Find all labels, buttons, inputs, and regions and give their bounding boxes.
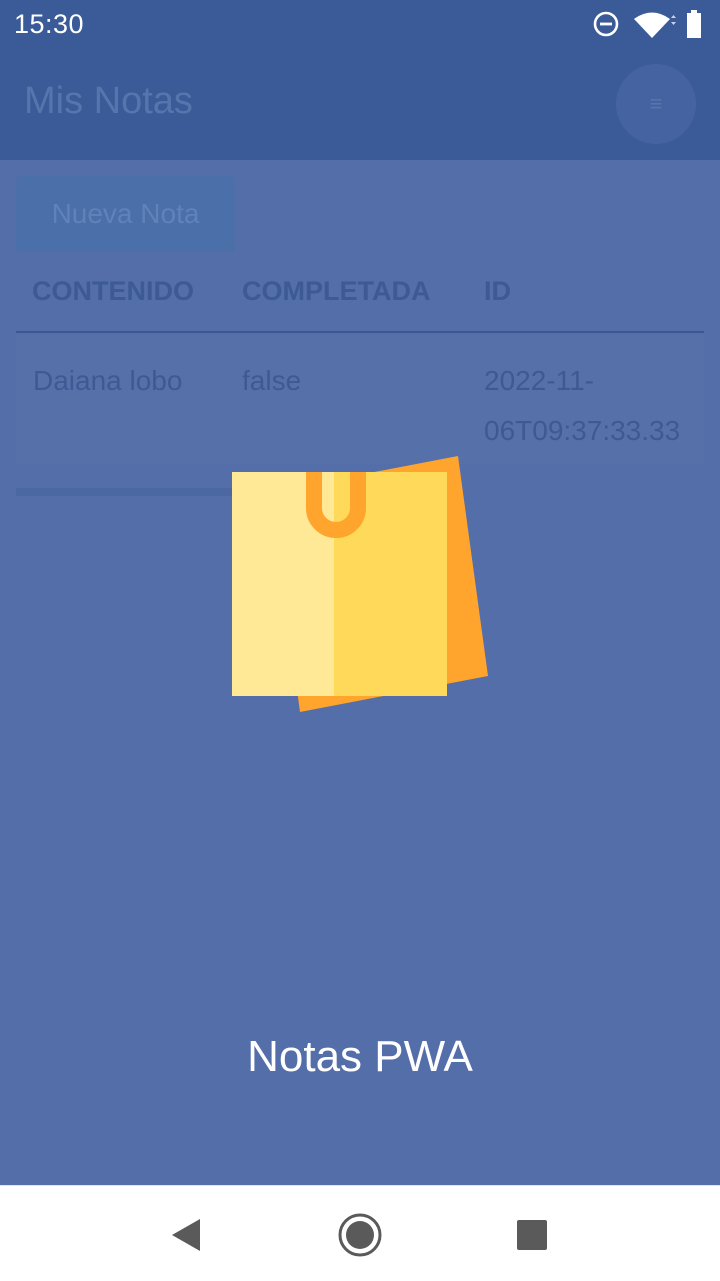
status-time: 15:30: [14, 9, 85, 39]
app-title: Mis Notas: [24, 80, 193, 122]
do-not-disturb-icon: [593, 11, 619, 37]
wifi-icon: [634, 12, 676, 38]
cell-id-line1: 2022-11-: [484, 365, 595, 396]
splash-title: Notas PWA: [247, 1032, 473, 1081]
app-header: Mis Notas ≡: [0, 50, 720, 160]
sticky-notes-icon: [232, 456, 488, 712]
recents-icon[interactable]: [507, 1210, 557, 1260]
cell-id: 2022-11- 06T09:37:33.33: [484, 356, 704, 456]
header-id: ID: [484, 276, 511, 306]
back-icon[interactable]: [160, 1210, 210, 1260]
battery-icon: [687, 10, 701, 38]
new-note-button[interactable]: Nueva Nota: [16, 176, 235, 252]
table-divider: [16, 331, 704, 333]
home-icon[interactable]: [335, 1210, 385, 1260]
header-completada: COMPLETADA: [242, 276, 431, 306]
content-area: Nueva Nota CONTENIDO COMPLETADA ID Daian…: [0, 160, 720, 1185]
nav-bar: [0, 1185, 720, 1281]
cell-completada: false: [242, 365, 302, 396]
status-bar: 15:30: [0, 0, 720, 50]
menu-button[interactable]: ≡: [616, 64, 696, 144]
cell-contenido: Daiana lobo: [33, 365, 183, 396]
header-contenido: CONTENIDO: [32, 276, 194, 306]
cell-id-line2: 06T09:37:33.33: [484, 415, 681, 446]
menu-icon: ≡: [649, 91, 663, 116]
